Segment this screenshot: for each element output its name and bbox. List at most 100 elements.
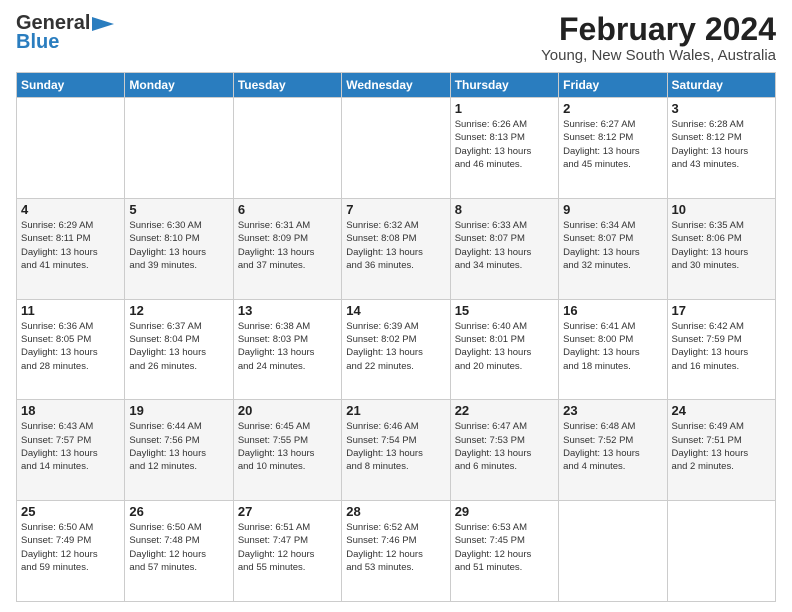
day-info: Sunrise: 6:48 AM Sunset: 7:52 PM Dayligh… [563,420,662,473]
day-number: 17 [672,303,771,318]
header-day-friday: Friday [559,73,667,98]
day-info: Sunrise: 6:29 AM Sunset: 8:11 PM Dayligh… [21,219,120,272]
logo-arrow-icon [92,15,114,33]
calendar-cell: 27Sunrise: 6:51 AM Sunset: 7:47 PM Dayli… [233,501,341,602]
day-info: Sunrise: 6:41 AM Sunset: 8:00 PM Dayligh… [563,320,662,373]
day-number: 21 [346,403,445,418]
calendar-cell: 20Sunrise: 6:45 AM Sunset: 7:55 PM Dayli… [233,400,341,501]
day-number: 15 [455,303,554,318]
calendar-cell: 21 Sunrise: 6:46 AM Sunset: 7:54 PM Dayli… [342,400,450,501]
day-number: 22 [455,403,554,418]
calendar-week-1: 1 Sunrise: 6:26 AM Sunset: 8:13 PM Daylig… [17,98,776,199]
day-number: 4 [21,202,120,217]
calendar-cell [125,98,233,199]
calendar-cell: 15Sunrise: 6:40 AM Sunset: 8:01 PM Dayli… [450,299,558,400]
day-number: 26 [129,504,228,519]
header-day-sunday: Sunday [17,73,125,98]
day-info: Sunrise: 6:43 AM Sunset: 7:57 PM Dayligh… [21,420,120,473]
day-info: Sunrise: 6:35 AM Sunset: 8:06 PM Dayligh… [672,219,771,272]
day-number: 18 [21,403,120,418]
day-info: Sunrise: 6:50 AM Sunset: 7:48 PM Dayligh… [129,521,228,574]
header-day-tuesday: Tuesday [233,73,341,98]
day-info: Sunrise: 6:46 AM Sunset: 7:54 PM Dayligh… [346,420,445,473]
day-number: 29 [455,504,554,519]
calendar-table: SundayMondayTuesdayWednesdayThursdayFrid… [16,72,776,602]
day-number: 6 [238,202,337,217]
day-info: Sunrise: 6:47 AM Sunset: 7:53 PM Dayligh… [455,420,554,473]
day-number: 20 [238,403,337,418]
title-block: February 2024 Young, New South Wales, Au… [541,12,776,64]
location-subtitle: Young, New South Wales, Australia [541,47,776,64]
day-number: 24 [672,403,771,418]
calendar-cell: 6 Sunrise: 6:31 AM Sunset: 8:09 PM Daylig… [233,198,341,299]
day-number: 3 [672,101,771,116]
day-info: Sunrise: 6:31 AM Sunset: 8:09 PM Dayligh… [238,219,337,272]
day-number: 8 [455,202,554,217]
calendar-cell: 8 Sunrise: 6:33 AM Sunset: 8:07 PM Daylig… [450,198,558,299]
calendar-cell [233,98,341,199]
header-day-wednesday: Wednesday [342,73,450,98]
calendar-cell: 16 Sunrise: 6:41 AM Sunset: 8:00 PM Dayli… [559,299,667,400]
day-number: 13 [238,303,337,318]
calendar-cell: 29Sunrise: 6:53 AM Sunset: 7:45 PM Dayli… [450,501,558,602]
day-number: 16 [563,303,662,318]
day-info: Sunrise: 6:36 AM Sunset: 8:05 PM Dayligh… [21,320,120,373]
calendar-cell: 4 Sunrise: 6:29 AM Sunset: 8:11 PM Daylig… [17,198,125,299]
day-number: 25 [21,504,120,519]
day-info: Sunrise: 6:38 AM Sunset: 8:03 PM Dayligh… [238,320,337,373]
day-info: Sunrise: 6:34 AM Sunset: 8:07 PM Dayligh… [563,219,662,272]
day-info: Sunrise: 6:27 AM Sunset: 8:12 PM Dayligh… [563,118,662,171]
calendar-cell: 2 Sunrise: 6:27 AM Sunset: 8:12 PM Daylig… [559,98,667,199]
logo: General Blue [16,12,114,54]
day-info: Sunrise: 6:33 AM Sunset: 8:07 PM Dayligh… [455,219,554,272]
calendar-week-5: 25 Sunrise: 6:50 AM Sunset: 7:49 PM Dayli… [17,501,776,602]
calendar-cell: 24Sunrise: 6:49 AM Sunset: 7:51 PM Dayli… [667,400,775,501]
calendar-week-3: 11 Sunrise: 6:36 AM Sunset: 8:05 PM Dayli… [17,299,776,400]
day-info: Sunrise: 6:32 AM Sunset: 8:08 PM Dayligh… [346,219,445,272]
calendar-cell [559,501,667,602]
calendar-week-4: 18 Sunrise: 6:43 AM Sunset: 7:57 PM Dayli… [17,400,776,501]
header-day-thursday: Thursday [450,73,558,98]
calendar-cell: 14Sunrise: 6:39 AM Sunset: 8:02 PM Dayli… [342,299,450,400]
day-number: 11 [21,303,120,318]
calendar-cell [667,501,775,602]
day-number: 2 [563,101,662,116]
header-day-saturday: Saturday [667,73,775,98]
day-info: Sunrise: 6:28 AM Sunset: 8:12 PM Dayligh… [672,118,771,171]
logo-blue: Blue [16,31,59,54]
day-info: Sunrise: 6:37 AM Sunset: 8:04 PM Dayligh… [129,320,228,373]
day-number: 19 [129,403,228,418]
page: General Blue February 2024 Young, New So… [0,0,792,612]
calendar-cell: 7 Sunrise: 6:32 AM Sunset: 8:08 PM Daylig… [342,198,450,299]
calendar-header-row: SundayMondayTuesdayWednesdayThursdayFrid… [17,73,776,98]
calendar-cell: 18 Sunrise: 6:43 AM Sunset: 7:57 PM Dayli… [17,400,125,501]
calendar-cell [342,98,450,199]
day-info: Sunrise: 6:51 AM Sunset: 7:47 PM Dayligh… [238,521,337,574]
day-number: 1 [455,101,554,116]
calendar-cell: 25 Sunrise: 6:50 AM Sunset: 7:49 PM Dayli… [17,501,125,602]
calendar-cell: 26 Sunrise: 6:50 AM Sunset: 7:48 PM Dayli… [125,501,233,602]
day-number: 5 [129,202,228,217]
day-number: 12 [129,303,228,318]
day-number: 7 [346,202,445,217]
day-info: Sunrise: 6:42 AM Sunset: 7:59 PM Dayligh… [672,320,771,373]
calendar-cell: 22 Sunrise: 6:47 AM Sunset: 7:53 PM Dayli… [450,400,558,501]
calendar-body: 1 Sunrise: 6:26 AM Sunset: 8:13 PM Daylig… [17,98,776,602]
day-info: Sunrise: 6:52 AM Sunset: 7:46 PM Dayligh… [346,521,445,574]
day-number: 9 [563,202,662,217]
calendar-cell: 19Sunrise: 6:44 AM Sunset: 7:56 PM Dayli… [125,400,233,501]
calendar-cell: 23 Sunrise: 6:48 AM Sunset: 7:52 PM Dayli… [559,400,667,501]
day-number: 23 [563,403,662,418]
day-number: 28 [346,504,445,519]
day-info: Sunrise: 6:39 AM Sunset: 8:02 PM Dayligh… [346,320,445,373]
calendar-cell: 5Sunrise: 6:30 AM Sunset: 8:10 PM Daylig… [125,198,233,299]
calendar-cell [17,98,125,199]
calendar-cell: 11 Sunrise: 6:36 AM Sunset: 8:05 PM Dayli… [17,299,125,400]
day-info: Sunrise: 6:50 AM Sunset: 7:49 PM Dayligh… [21,521,120,574]
calendar-cell: 28 Sunrise: 6:52 AM Sunset: 7:46 PM Dayli… [342,501,450,602]
calendar-cell: 17 Sunrise: 6:42 AM Sunset: 7:59 PM Dayli… [667,299,775,400]
day-info: Sunrise: 6:26 AM Sunset: 8:13 PM Dayligh… [455,118,554,171]
header-day-monday: Monday [125,73,233,98]
calendar-week-2: 4 Sunrise: 6:29 AM Sunset: 8:11 PM Daylig… [17,198,776,299]
month-title: February 2024 [541,12,776,47]
